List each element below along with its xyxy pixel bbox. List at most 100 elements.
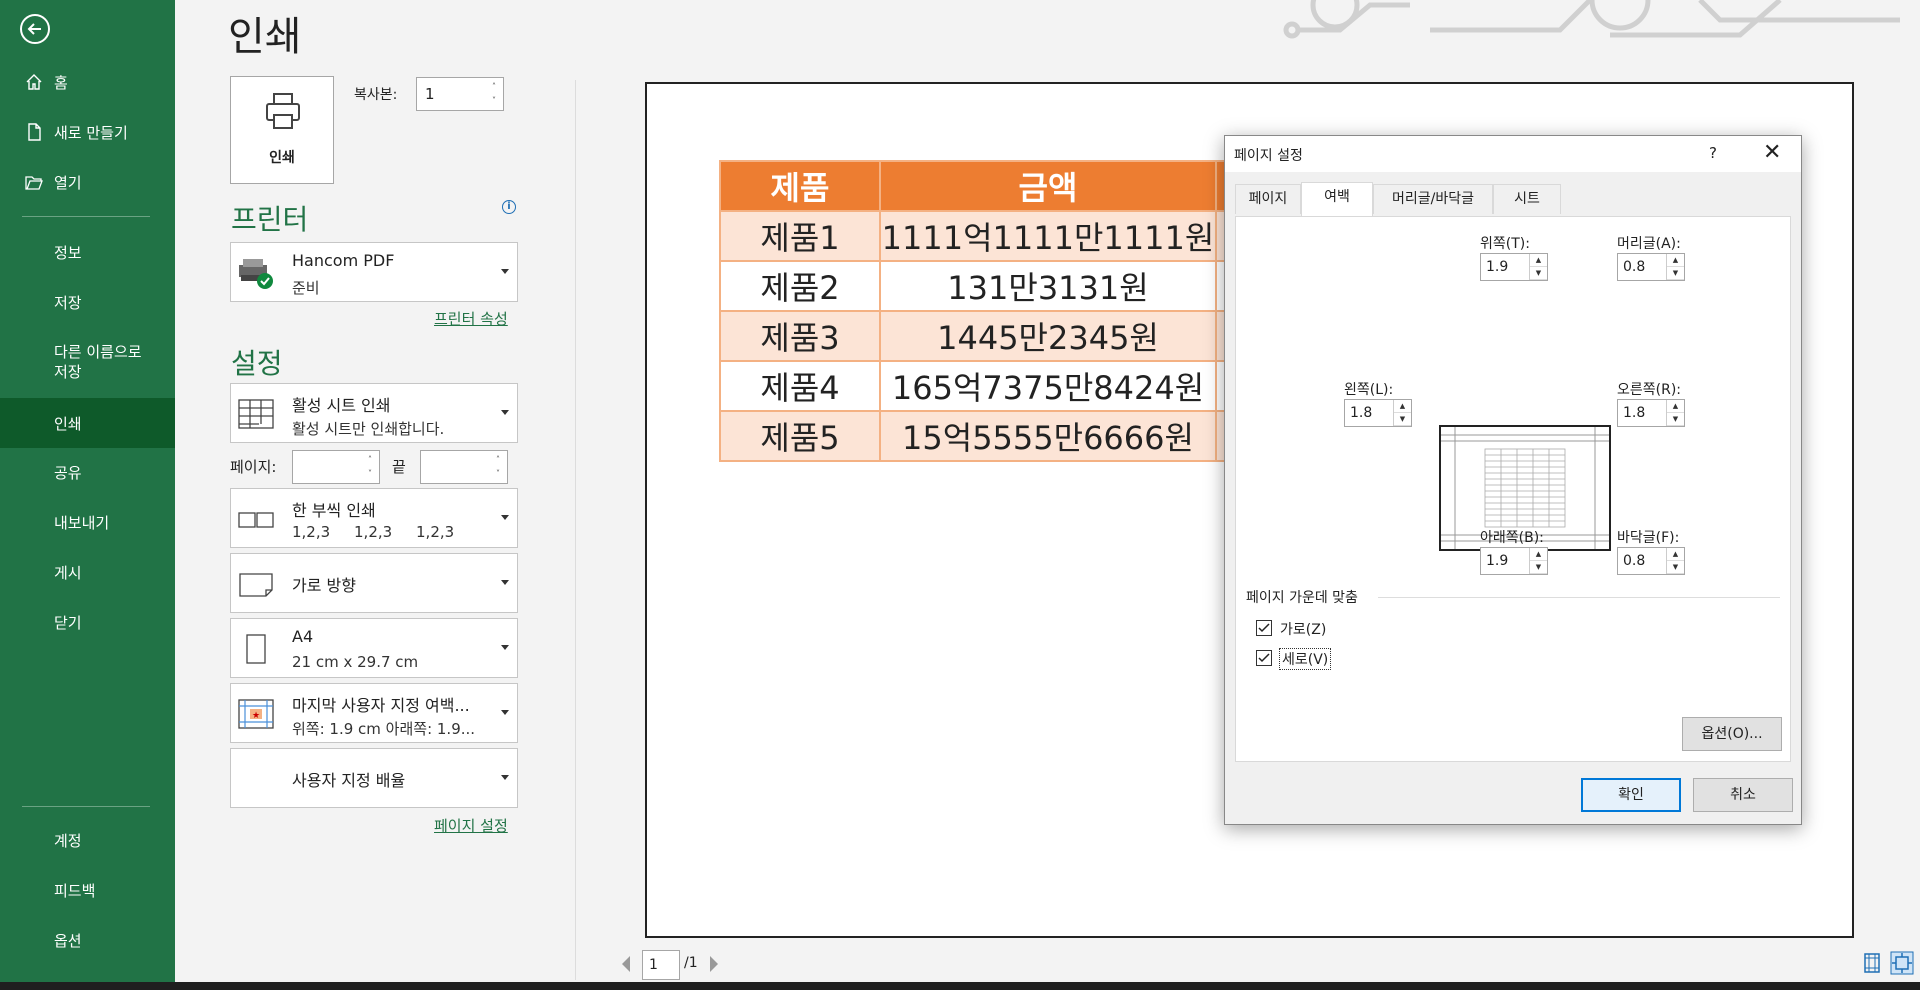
nav-account-label: 계정 <box>54 831 82 850</box>
print-button[interactable]: 인쇄 <box>230 76 334 184</box>
table-cell: 1111억1111만1111원 <box>879 210 1217 262</box>
margins-line2: 위쪽: 1.9 cm 아래쪽: 1.9... <box>292 720 476 738</box>
nav-publish[interactable]: 게시 <box>0 548 175 596</box>
nav-home[interactable]: 홈 <box>0 58 175 106</box>
footer-margin-stepper[interactable]: 0.8 ▲ ▼ <box>1617 547 1685 575</box>
sidebar-divider <box>22 806 150 807</box>
page-total: /1 <box>684 955 698 971</box>
info-icon[interactable]: i <box>502 200 516 214</box>
close-icon[interactable]: ✕ <box>1763 140 1781 165</box>
cancel-button[interactable]: 취소 <box>1693 778 1793 812</box>
left-margin-label: 왼쪽(L): <box>1344 382 1394 398</box>
nav-save[interactable]: 저장 <box>0 278 175 326</box>
stepper-arrows-icon[interactable]: ˄ ˅ <box>365 453 375 481</box>
sidebar-divider <box>22 216 150 217</box>
nav-feedback[interactable]: 피드백 <box>0 866 175 914</box>
stepper-arrows-icon[interactable]: ▲ ▼ <box>1529 548 1547 574</box>
taskbar-strip <box>0 982 1920 990</box>
nav-open[interactable]: 열기 <box>0 158 175 206</box>
tab-header-footer[interactable]: 머리글/바닥글 <box>1373 184 1493 214</box>
decorative-circuit-art <box>1283 0 1900 39</box>
nav-save-label: 저장 <box>54 293 82 312</box>
stepper-arrows-icon[interactable]: ▲ ▼ <box>1393 400 1411 426</box>
tab-page[interactable]: 페이지 <box>1235 184 1301 214</box>
help-icon[interactable]: ? <box>1709 144 1717 162</box>
table-row: 제품4 165억7375만8424원 <box>719 360 1227 412</box>
back-arrow-icon[interactable] <box>20 14 50 44</box>
nav-print[interactable]: 인쇄 <box>0 398 175 448</box>
print-what-select[interactable]: 활성 시트 인쇄 활성 시트만 인쇄합니다. <box>230 383 518 443</box>
header-margin-label: 머리글(A): <box>1617 236 1681 252</box>
nav-save-as[interactable]: 다른 이름으로 저장 <box>0 334 175 390</box>
copies-stepper[interactable]: 1 ˄ ˅ <box>416 77 504 111</box>
table-cell: 제품3 <box>719 310 881 362</box>
print-options-button[interactable]: 옵션(O)... <box>1682 717 1782 751</box>
table-cell: 제품4 <box>719 360 881 412</box>
table-cell: 제품1 <box>719 210 881 262</box>
dropdown-arrow-icon <box>501 515 509 520</box>
stepper-arrows-icon[interactable]: ˄ ˅ <box>493 453 503 481</box>
center-horizontally-checkbox[interactable] <box>1256 620 1272 636</box>
center-vertically-label[interactable]: 세로(V) <box>1278 648 1332 670</box>
tab-margins[interactable]: 여백 <box>1301 182 1373 216</box>
stepper-arrows-icon[interactable]: ▲ ▼ <box>1666 400 1684 426</box>
pages-from-stepper[interactable]: ˄ ˅ <box>292 450 380 484</box>
margins-line1: 마지막 사용자 지정 여백... <box>292 696 470 715</box>
top-margin-label: 위쪽(T): <box>1480 236 1530 252</box>
printer-select[interactable]: Hancom PDF 준비 <box>230 242 518 302</box>
left-margin-stepper[interactable]: 1.8 ▲ ▼ <box>1344 399 1412 427</box>
dropdown-arrow-icon <box>501 269 509 274</box>
header-margin-stepper[interactable]: 0.8 ▲ ▼ <box>1617 253 1685 281</box>
dialog-titlebar[interactable]: 페이지 설정 ? ✕ <box>1225 136 1801 172</box>
pages-to-stepper[interactable]: ˄ ˅ <box>420 450 508 484</box>
right-margin-stepper[interactable]: 1.8 ▲ ▼ <box>1617 399 1685 427</box>
table-row: 제품5 15억5555만6666원 <box>719 410 1227 462</box>
nav-options[interactable]: 옵션 <box>0 916 175 964</box>
stepper-arrows-icon[interactable]: ▲ ▼ <box>1666 548 1684 574</box>
nav-share[interactable]: 공유 <box>0 448 175 496</box>
next-page-icon[interactable] <box>708 955 720 973</box>
center-horizontally-label[interactable]: 가로(Z) <box>1280 619 1326 639</box>
nav-save-as-label: 다른 이름으로 저장 <box>54 343 142 381</box>
orientation-select[interactable]: 가로 방향 <box>230 553 518 613</box>
stepper-arrows-icon[interactable]: ˄ ˅ <box>489 80 499 108</box>
previous-page-icon[interactable] <box>620 955 632 973</box>
ok-button[interactable]: 확인 <box>1581 778 1681 812</box>
show-margins-icon[interactable] <box>1862 953 1882 973</box>
nav-new[interactable]: 새로 만들기 <box>0 108 175 156</box>
printer-icon <box>266 93 300 129</box>
scaling-select[interactable]: 사용자 지정 배율 <box>230 748 518 808</box>
collate-line2: 1,2,3 1,2,3 1,2,3 <box>292 523 455 541</box>
nav-info[interactable]: 정보 <box>0 228 175 276</box>
dropdown-arrow-icon <box>501 775 509 780</box>
scaling-value: 사용자 지정 배율 <box>292 771 406 790</box>
zoom-to-page-icon[interactable] <box>1890 951 1914 975</box>
tab-sheet[interactable]: 시트 <box>1493 184 1561 214</box>
margins-select[interactable]: ★ 마지막 사용자 지정 여백... 위쪽: 1.9 cm 아래쪽: 1.9..… <box>230 683 518 743</box>
page-title: 인쇄 <box>228 14 302 60</box>
nav-new-label: 새로 만들기 <box>54 123 128 142</box>
copies-value: 1 <box>425 85 435 103</box>
print-button-label: 인쇄 <box>269 150 295 166</box>
bottom-margin-value: 1.9 <box>1486 553 1509 569</box>
printer-properties-link[interactable]: 프린터 속성 <box>434 308 508 329</box>
nav-print-label: 인쇄 <box>54 414 82 433</box>
print-what-line1: 활성 시트 인쇄 <box>292 396 391 415</box>
collate-select[interactable]: 한 부씩 인쇄 1,2,3 1,2,3 1,2,3 <box>230 488 518 548</box>
bottom-margin-stepper[interactable]: 1.9 ▲ ▼ <box>1480 547 1548 575</box>
settings-section-title: 설정 <box>231 347 283 380</box>
printer-ready-icon <box>239 259 273 289</box>
top-margin-stepper[interactable]: 1.9 ▲ ▼ <box>1480 253 1548 281</box>
table-cell: 제품5 <box>719 410 881 462</box>
page-number-input[interactable]: 1 <box>642 950 680 980</box>
stepper-arrows-icon[interactable]: ▲ ▼ <box>1666 254 1684 280</box>
page-setup-link[interactable]: 페이지 설정 <box>434 815 508 836</box>
copies-label: 복사본: <box>354 87 398 103</box>
paper-size-select[interactable]: A4 21 cm x 29.7 cm <box>230 618 518 678</box>
stepper-arrows-icon[interactable]: ▲ ▼ <box>1529 254 1547 280</box>
center-vertically-checkbox[interactable] <box>1256 650 1272 666</box>
nav-close[interactable]: 닫기 <box>0 598 175 646</box>
right-margin-label: 오른쪽(R): <box>1617 382 1682 398</box>
nav-export[interactable]: 내보내기 <box>0 498 175 546</box>
nav-account[interactable]: 계정 <box>0 816 175 864</box>
